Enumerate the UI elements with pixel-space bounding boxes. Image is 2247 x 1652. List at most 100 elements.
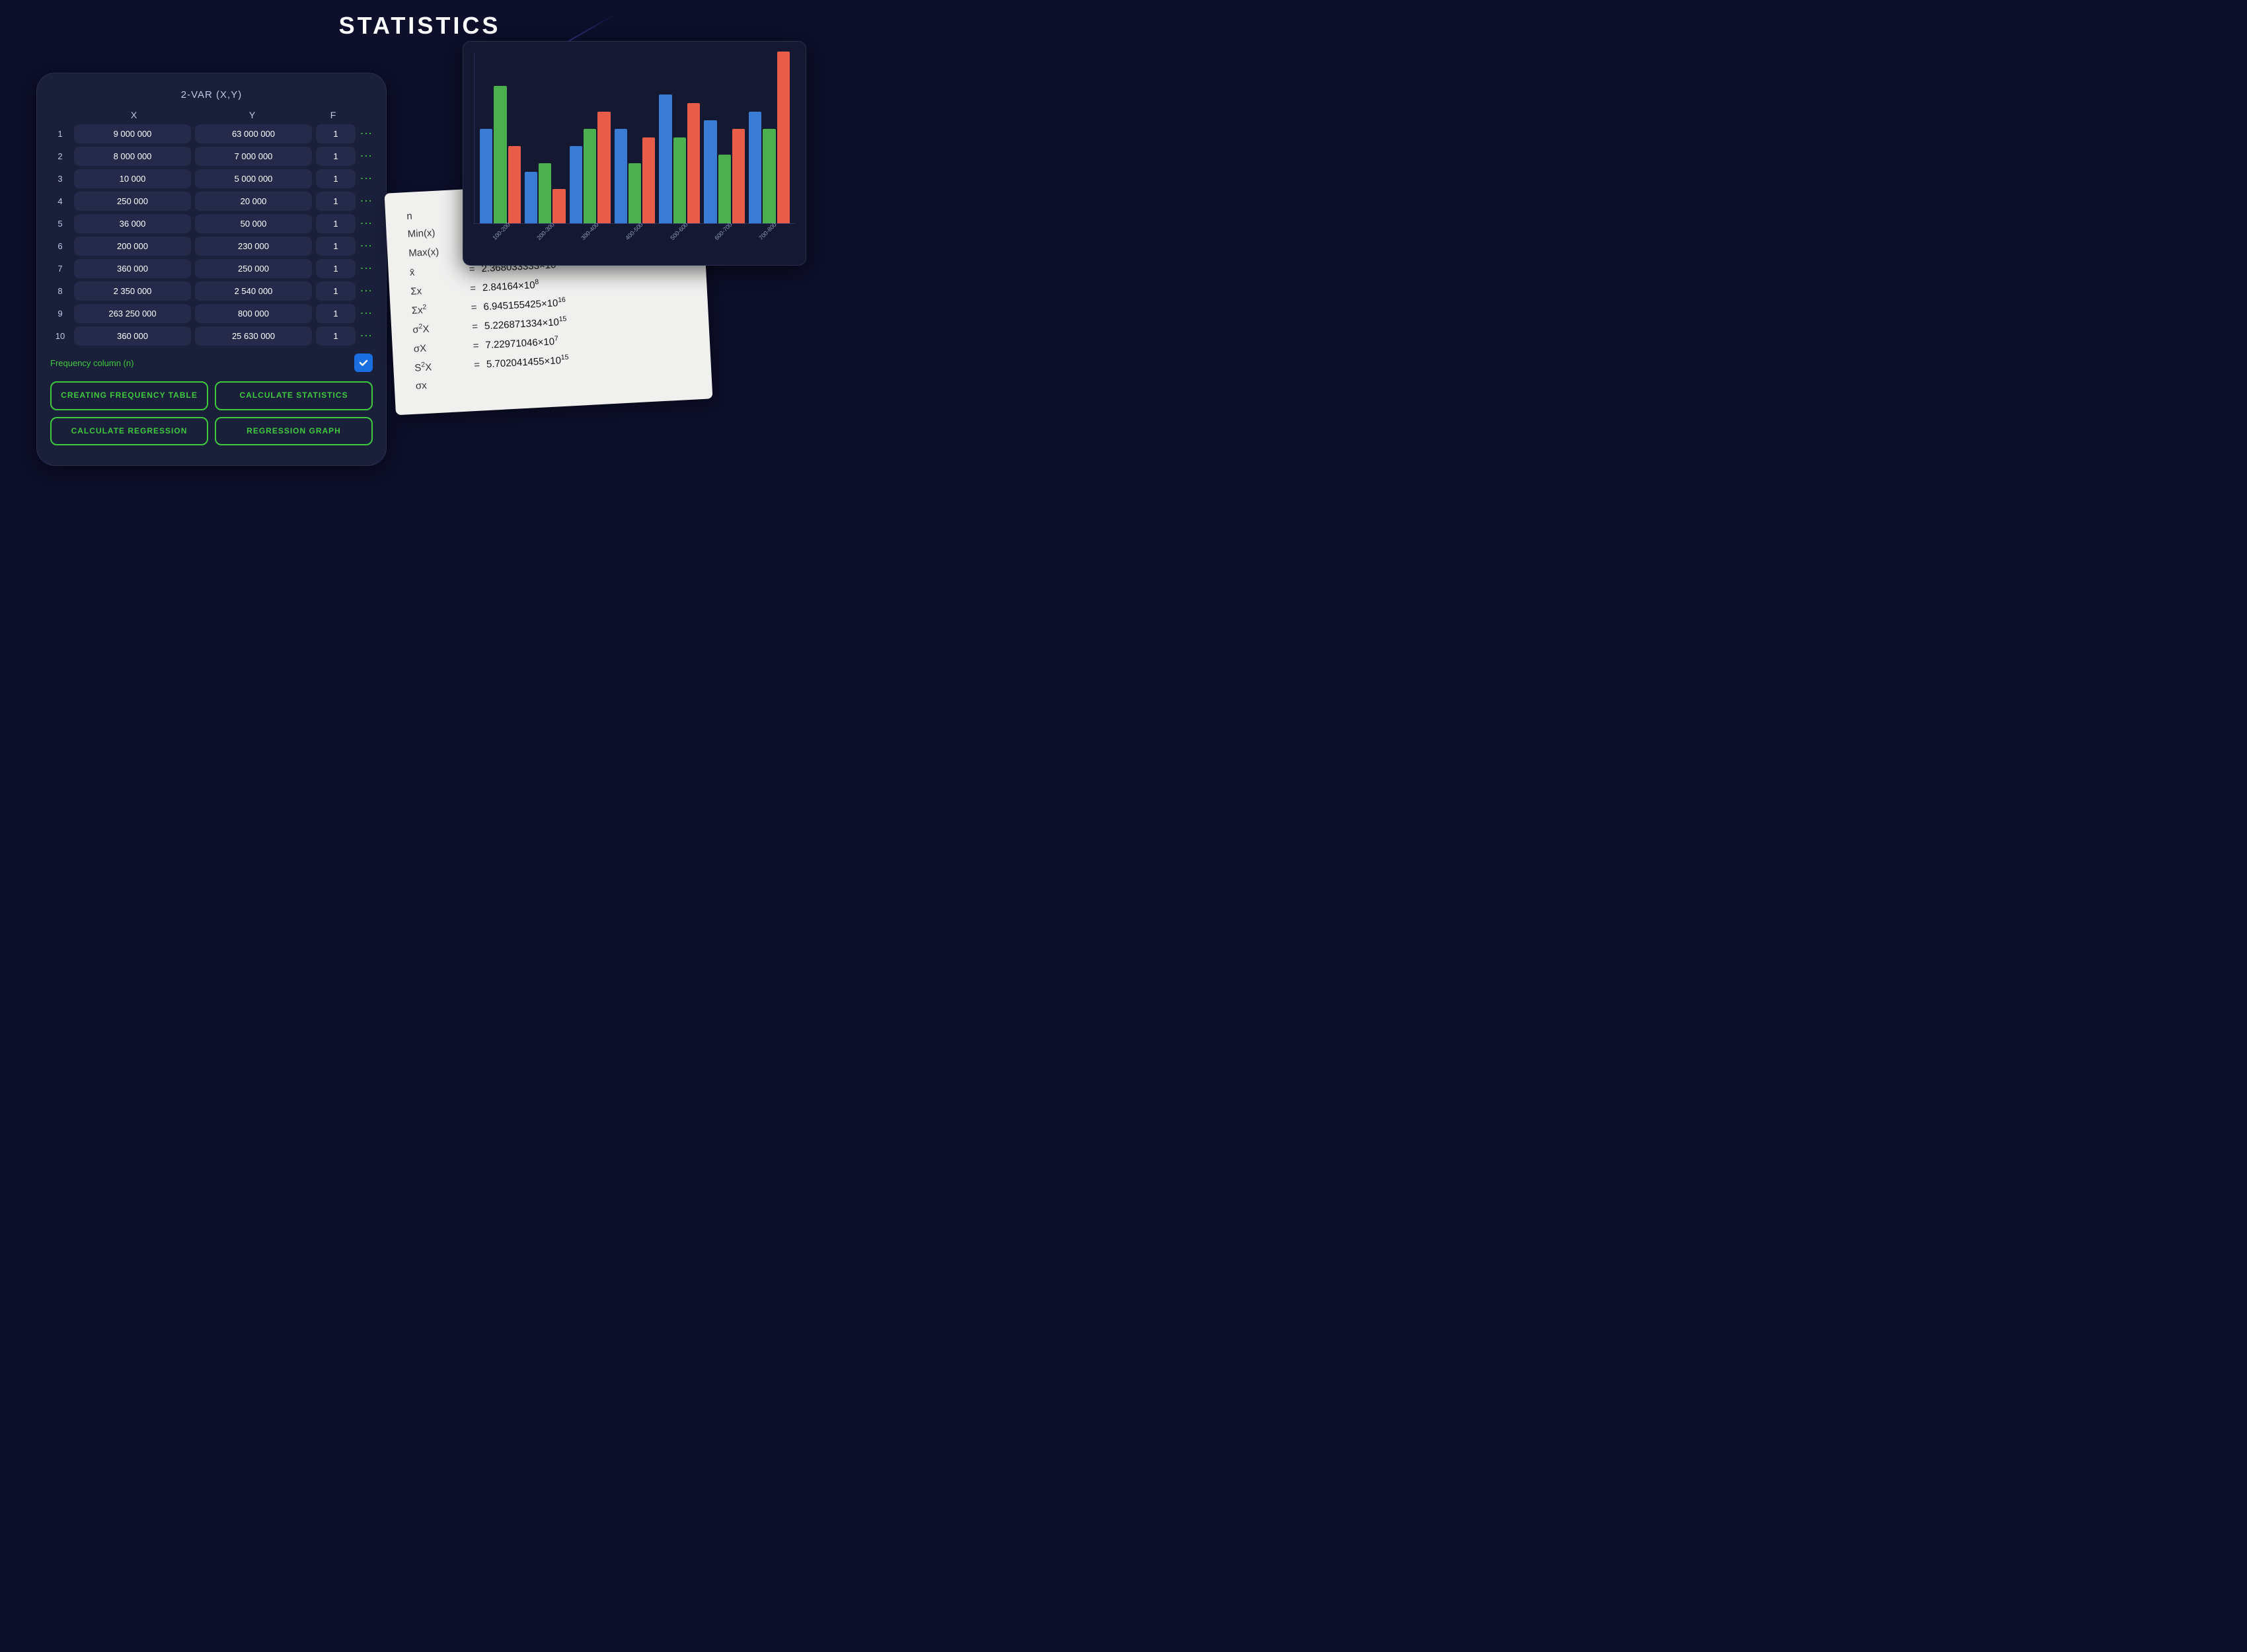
calculate-regression-button[interactable]: CALCULATE REGRESSION <box>50 417 208 446</box>
row-f-1[interactable] <box>316 124 356 143</box>
row-y-2[interactable] <box>195 147 312 166</box>
row-num-8: 8 <box>50 286 70 296</box>
row-f-2[interactable] <box>316 147 356 166</box>
bar-red-2 <box>552 189 565 223</box>
row-menu-4[interactable]: ⋮ <box>360 194 373 209</box>
bar-chart-card: 100-200 200-300 300-400 400-500 500-600 … <box>463 41 806 266</box>
table-row: 5 ⋮ <box>50 214 373 233</box>
chart-label-5: 500-600 <box>669 221 689 241</box>
row-x-5[interactable] <box>74 214 191 233</box>
row-f-3[interactable] <box>316 169 356 188</box>
row-num-7: 7 <box>50 264 70 274</box>
row-f-8[interactable] <box>316 282 356 301</box>
row-x-10[interactable] <box>74 326 191 346</box>
row-num-6: 6 <box>50 241 70 251</box>
row-y-1[interactable] <box>195 124 312 143</box>
row-x-8[interactable] <box>74 282 191 301</box>
row-y-10[interactable] <box>195 326 312 346</box>
row-x-6[interactable] <box>74 237 191 256</box>
row-num-1: 1 <box>50 129 70 139</box>
row-y-7[interactable] <box>195 259 312 278</box>
row-y-5[interactable] <box>195 214 312 233</box>
checkmark-icon <box>358 357 369 368</box>
bar-blue-6 <box>704 120 716 223</box>
stats-sx-label: σx <box>415 378 469 392</box>
row-x-9[interactable] <box>74 304 191 323</box>
create-frequency-table-button[interactable]: CREATING FREQUENCY TABLE <box>50 381 208 410</box>
bar-green-1 <box>494 86 506 223</box>
bar-red-6 <box>732 129 745 223</box>
chart-label-1: 100-200 <box>491 221 511 241</box>
row-y-9[interactable] <box>195 304 312 323</box>
row-y-4[interactable] <box>195 192 312 211</box>
row-x-4[interactable] <box>74 192 191 211</box>
stats-sigmax-eq: = <box>473 340 479 352</box>
row-f-4[interactable] <box>316 192 356 211</box>
row-menu-3[interactable]: ⋮ <box>360 171 373 187</box>
calculate-statistics-button[interactable]: CALCULATE STATISTICS <box>215 381 373 410</box>
row-num-4: 4 <box>50 196 70 206</box>
bar-group-1 <box>480 86 521 223</box>
stats-sigmax-val: 7.22971046×107 <box>485 334 558 351</box>
col-num <box>53 110 73 120</box>
table-row: 2 ⋮ <box>50 147 373 166</box>
bar-red-5 <box>687 103 700 223</box>
bar-green-4 <box>628 163 641 223</box>
frequency-checkbox[interactable] <box>354 354 373 372</box>
stats-s2x-eq: = <box>474 359 480 371</box>
secondary-buttons-row: CALCULATE REGRESSION REGRESSION GRAPH <box>50 417 373 446</box>
stats-s2x-val: 5.702041455×1015 <box>486 354 570 371</box>
row-f-10[interactable] <box>316 326 356 346</box>
chart-label-6: 600-700 <box>713 221 733 241</box>
row-f-5[interactable] <box>316 214 356 233</box>
bar-red-1 <box>508 146 521 223</box>
bar-green-7 <box>763 129 775 223</box>
row-f-7[interactable] <box>316 259 356 278</box>
row-menu-9[interactable]: ⋮ <box>360 306 373 322</box>
table-row: 8 ⋮ <box>50 282 373 301</box>
row-menu-5[interactable]: ⋮ <box>360 216 373 232</box>
bar-blue-3 <box>570 146 582 223</box>
bar-green-2 <box>539 163 551 223</box>
chart-area <box>474 52 795 224</box>
stats-sigma2x-val: 5.226871334×1015 <box>484 315 567 332</box>
row-f-6[interactable] <box>316 237 356 256</box>
row-num-2: 2 <box>50 151 70 161</box>
row-menu-10[interactable]: ⋮ <box>360 328 373 344</box>
row-y-8[interactable] <box>195 282 312 301</box>
row-x-7[interactable] <box>74 259 191 278</box>
row-y-6[interactable] <box>195 237 312 256</box>
row-y-3[interactable] <box>195 169 312 188</box>
row-num-5: 5 <box>50 219 70 229</box>
row-menu-8[interactable]: ⋮ <box>360 283 373 299</box>
bar-red-3 <box>597 112 610 223</box>
row-num-9: 9 <box>50 309 70 319</box>
table-row: 7 ⋮ <box>50 259 373 278</box>
row-menu-2[interactable]: ⋮ <box>360 149 373 165</box>
primary-buttons-row: CREATING FREQUENCY TABLE CALCULATE STATI… <box>50 381 373 410</box>
bar-blue-7 <box>749 112 761 223</box>
stats-xbar-label: x̄ <box>409 264 463 278</box>
table-header: X Y F <box>50 110 373 120</box>
regression-graph-button[interactable]: REGRESSION GRAPH <box>215 417 373 446</box>
bar-green-5 <box>673 137 686 223</box>
row-menu-7[interactable]: ⋮ <box>360 261 373 277</box>
stats-sigma2x-eq: = <box>472 321 478 332</box>
row-x-3[interactable] <box>74 169 191 188</box>
bar-red-4 <box>642 137 655 223</box>
stats-sumx2-label: Σx2 <box>411 301 465 317</box>
bar-group-4 <box>615 129 656 223</box>
col-f-label: F <box>313 110 353 120</box>
stats-sumx-eq: = <box>470 283 476 294</box>
row-x-1[interactable] <box>74 124 191 143</box>
table-row: 9 ⋮ <box>50 304 373 323</box>
row-x-2[interactable] <box>74 147 191 166</box>
stats-sumx-label: Σx <box>410 283 464 297</box>
row-f-9[interactable] <box>316 304 356 323</box>
row-menu-6[interactable]: ⋮ <box>360 239 373 254</box>
row-menu-1[interactable]: ⋮ <box>360 126 373 142</box>
col-x-label: X <box>77 110 191 120</box>
bar-blue-4 <box>615 129 627 223</box>
table-row: 4 ⋮ <box>50 192 373 211</box>
bar-group-7 <box>749 52 790 223</box>
